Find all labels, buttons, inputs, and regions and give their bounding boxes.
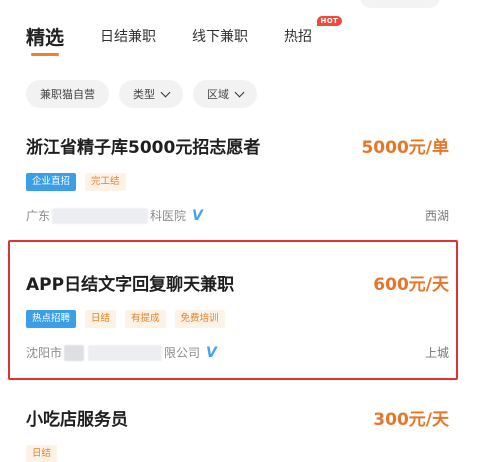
job-tag: 有提成	[125, 310, 166, 328]
redacted-blur	[64, 344, 85, 361]
job-tag: 日结	[26, 445, 58, 462]
job-tags: 热点招聘 日结 有提成 免费培训	[26, 310, 449, 328]
verified-v-icon: V	[206, 344, 217, 361]
redacted-blur	[88, 344, 163, 361]
job-pay: 600元/天	[373, 275, 449, 295]
tab-hot[interactable]: 热招 HOT	[284, 16, 343, 46]
job-pay: 5000元/单	[361, 138, 449, 158]
tab-daily-pay[interactable]: 日结兼职	[100, 26, 156, 46]
job-tag: 企业直招	[26, 173, 77, 191]
job-tags: 日结	[26, 445, 449, 462]
job-pay: 300元/天	[373, 410, 449, 430]
filter-area-dropdown[interactable]: 区域	[193, 80, 257, 108]
company-prefix: 沈阳市	[26, 346, 63, 360]
job-card[interactable]: APP日结文字回复聊天兼职 600元/天 热点招聘 日结 有提成 免费培训 沈阳…	[26, 270, 449, 362]
company-prefix: 广东	[26, 209, 51, 223]
job-tag: 免费培训	[174, 310, 225, 328]
job-tag: 热点招聘	[26, 310, 77, 328]
redacted-blur	[52, 207, 149, 224]
job-card[interactable]: 浙江省精子库5000元招志愿者 5000元/单 企业直招 完工结 广东 科医院 …	[26, 133, 449, 225]
company-name: 广东 科医院 V	[26, 207, 449, 224]
filter-label: 类型	[133, 88, 155, 101]
filter-type-dropdown[interactable]: 类型	[119, 80, 183, 108]
job-tags: 企业直招 完工结	[26, 173, 449, 191]
company-suffix: 科医院	[150, 209, 187, 223]
company-name: 沈阳市 限公司 V	[26, 344, 449, 361]
active-tab-indicator	[31, 53, 59, 56]
filter-label: 区域	[207, 88, 229, 101]
company-row: 广东 科医院 V 西湖	[26, 207, 449, 225]
tab-label: 精选	[26, 27, 65, 49]
category-tabs: 精选 日结兼职 线下兼职 热招 HOT	[26, 16, 465, 66]
tab-featured[interactable]: 精选	[26, 23, 65, 56]
hot-badge: HOT	[316, 16, 343, 26]
filter-label: 兼职猫自营	[40, 88, 95, 101]
search-bar-fragment[interactable]	[360, 0, 440, 8]
tab-label: 线下兼职	[192, 29, 249, 45]
chevron-down-icon	[234, 87, 245, 97]
verified-v-icon: V	[192, 207, 203, 224]
company-suffix: 限公司	[164, 346, 201, 360]
job-tag: 日结	[85, 310, 117, 328]
tab-offline[interactable]: 线下兼职	[192, 26, 248, 46]
job-card[interactable]: 小吃店服务员 300元/天 日结	[26, 405, 449, 462]
company-row: 沈阳市 限公司 V 上城	[26, 344, 449, 362]
filter-bar: 兼职猫自营 类型 区域	[26, 80, 257, 108]
job-district: 上城	[424, 346, 449, 360]
job-tag: 完工结	[85, 173, 126, 191]
tab-label: 热招	[284, 29, 313, 45]
chevron-down-icon	[160, 87, 171, 97]
tab-label: 日结兼职	[100, 29, 157, 45]
job-district: 西湖	[424, 209, 449, 223]
filter-self-operated[interactable]: 兼职猫自营	[26, 80, 109, 108]
